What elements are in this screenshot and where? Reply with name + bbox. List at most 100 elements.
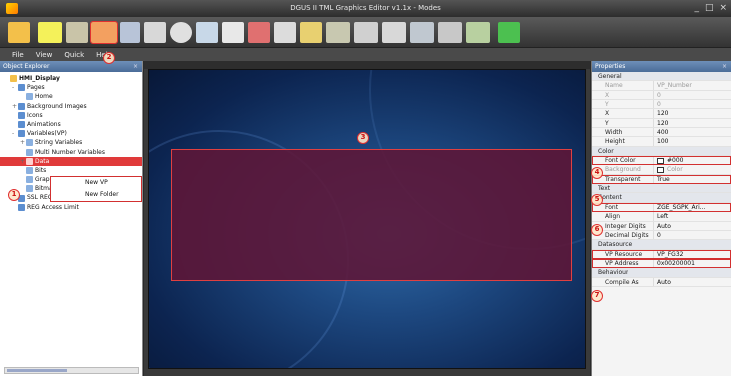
property-row[interactable]: VP Resource VP_FG32 <box>592 249 731 259</box>
property-row[interactable]: VP Address 0x00200001 <box>592 258 731 269</box>
property-value[interactable]: 0 <box>653 90 731 100</box>
close-button[interactable]: × <box>719 0 727 17</box>
tree-item[interactable]: Bits <box>0 166 142 175</box>
tree-node-icon <box>10 75 17 83</box>
horizontal-scrollbar[interactable] <box>4 367 139 374</box>
tree-item-label: REG Access Limit <box>27 203 79 211</box>
tree-item[interactable]: HMI_Display <box>0 74 142 83</box>
bar-graph-tool-icon[interactable] <box>382 22 406 43</box>
color-swatch-icon[interactable] <box>657 166 664 173</box>
property-row[interactable]: Integer Digits Auto <box>592 221 731 231</box>
chart-tool-icon[interactable] <box>410 22 434 43</box>
context-menu-new-folder[interactable]: New Folder <box>51 189 141 201</box>
property-key: Align <box>605 213 621 221</box>
callout-badge-6: 6 <box>591 224 603 236</box>
property-value[interactable]: 400 <box>653 128 731 137</box>
panel-close-icon[interactable]: × <box>133 61 138 72</box>
download-tool-icon[interactable] <box>498 22 520 43</box>
callout-badge-3: 3 <box>357 132 369 144</box>
property-value[interactable]: 120 <box>653 109 731 118</box>
property-value[interactable]: #000 <box>653 156 731 165</box>
property-row[interactable]: Font Color #000 <box>592 156 731 166</box>
property-row[interactable]: Width 400 <box>592 128 731 138</box>
property-value[interactable]: Auto <box>653 221 731 230</box>
property-row[interactable]: Font ZGE_SGPK_Ari... <box>592 202 731 213</box>
icon-tool-icon[interactable] <box>196 22 218 43</box>
properties-close-icon[interactable]: × <box>722 61 727 72</box>
bits-tool-icon[interactable] <box>248 22 270 43</box>
property-row[interactable]: Name VP_Number <box>592 81 731 91</box>
property-section-header[interactable]: Text <box>592 184 731 194</box>
text-tool-icon[interactable] <box>38 22 62 43</box>
tree-item[interactable]: + Data <box>0 156 142 166</box>
property-row[interactable]: Y0 <box>592 100 731 110</box>
curve-tool-icon[interactable] <box>326 22 350 43</box>
context-menu-new-vp[interactable]: New VP <box>51 177 141 189</box>
tree-item[interactable]: + Background Images <box>0 102 142 111</box>
shape-tool-icon[interactable] <box>144 22 166 43</box>
line-tool-icon[interactable] <box>120 22 140 43</box>
tree-item[interactable]: REG Access Limit <box>0 203 142 212</box>
pointer-tool-icon[interactable] <box>8 22 30 43</box>
property-section-header[interactable]: Content <box>592 193 731 203</box>
picture-tool-icon[interactable] <box>466 22 490 43</box>
property-row[interactable]: Decimal Digits 0 <box>592 230 731 241</box>
property-grid: General Name VP_Number X 0 Y 0 X 120 Y 120 Width 400… <box>592 72 731 287</box>
tree-item[interactable]: Animations <box>0 120 142 129</box>
property-value-text: #000 <box>667 157 684 165</box>
tree-item[interactable]: - Pages <box>0 83 142 92</box>
canvas-tab-strip <box>144 61 590 69</box>
maximize-button[interactable]: □ <box>705 0 714 17</box>
color-swatch-icon[interactable] <box>657 157 664 164</box>
touch-tool-icon[interactable] <box>274 22 296 43</box>
menu-view[interactable]: View <box>36 51 53 59</box>
histogram-tool-icon[interactable] <box>438 22 462 43</box>
property-value[interactable]: VP_Number <box>653 81 731 90</box>
property-value[interactable]: 0x00200001 <box>653 258 731 268</box>
section-label: Color <box>598 147 614 155</box>
property-row[interactable]: X0 <box>592 90 731 101</box>
table-tool-icon[interactable] <box>354 22 378 43</box>
property-key: VP Address <box>605 259 639 267</box>
property-row[interactable]: Height 100 <box>592 137 731 147</box>
text-display-tool-icon[interactable] <box>222 22 244 43</box>
slider-tool-icon[interactable] <box>300 22 322 43</box>
tree-item[interactable]: Home <box>0 92 142 101</box>
rtc-tool-icon[interactable] <box>170 22 192 43</box>
page-canvas[interactable] <box>148 69 586 369</box>
property-value[interactable]: Left <box>653 212 731 221</box>
property-value[interactable]: ZGE_SGPK_Ari... <box>653 202 731 212</box>
property-value[interactable]: 0 <box>653 230 731 240</box>
property-value[interactable]: Auto <box>653 277 731 286</box>
property-value[interactable]: VP_FG32 <box>653 249 731 258</box>
property-row[interactable]: X 120 <box>592 109 731 119</box>
tree-node-icon <box>26 185 33 193</box>
property-row[interactable]: Compile As Auto <box>592 277 731 287</box>
property-row[interactable]: Background Color <box>592 165 731 175</box>
property-section-header[interactable]: General <box>592 72 731 82</box>
property-section-header[interactable]: Behaviour <box>592 268 731 278</box>
menu-quick[interactable]: Quick <box>64 51 84 59</box>
property-row[interactable]: Align Left <box>592 212 731 222</box>
property-value[interactable]: Color <box>653 165 731 174</box>
property-section-header[interactable]: Color <box>592 146 731 157</box>
property-row[interactable]: Transparent True <box>592 174 731 185</box>
property-value[interactable]: 120 <box>653 118 731 128</box>
scrollbar-thumb[interactable] <box>7 369 67 372</box>
tree-item-label: Bits <box>35 166 47 174</box>
minimize-button[interactable]: _ <box>694 0 699 17</box>
tree-node-icon <box>18 121 25 129</box>
property-value[interactable]: True <box>653 174 731 184</box>
property-value[interactable]: 0 <box>653 100 731 109</box>
tree-item[interactable]: - Variables(VP) <box>0 129 142 138</box>
tree-item[interactable]: Icons <box>0 111 142 120</box>
property-value[interactable]: 100 <box>653 137 731 146</box>
property-row[interactable]: Y 120 <box>592 118 731 129</box>
tree-item[interactable]: + String Variables <box>0 138 142 147</box>
data-variable-widget[interactable] <box>171 149 572 281</box>
tree-item[interactable]: Multi Number Variables <box>0 148 142 157</box>
number-tool-icon[interactable] <box>66 22 88 43</box>
menu-file[interactable]: File <box>12 51 24 59</box>
property-section-header[interactable]: Datasource <box>592 240 731 250</box>
data-variable-tool-icon[interactable] <box>90 21 118 44</box>
